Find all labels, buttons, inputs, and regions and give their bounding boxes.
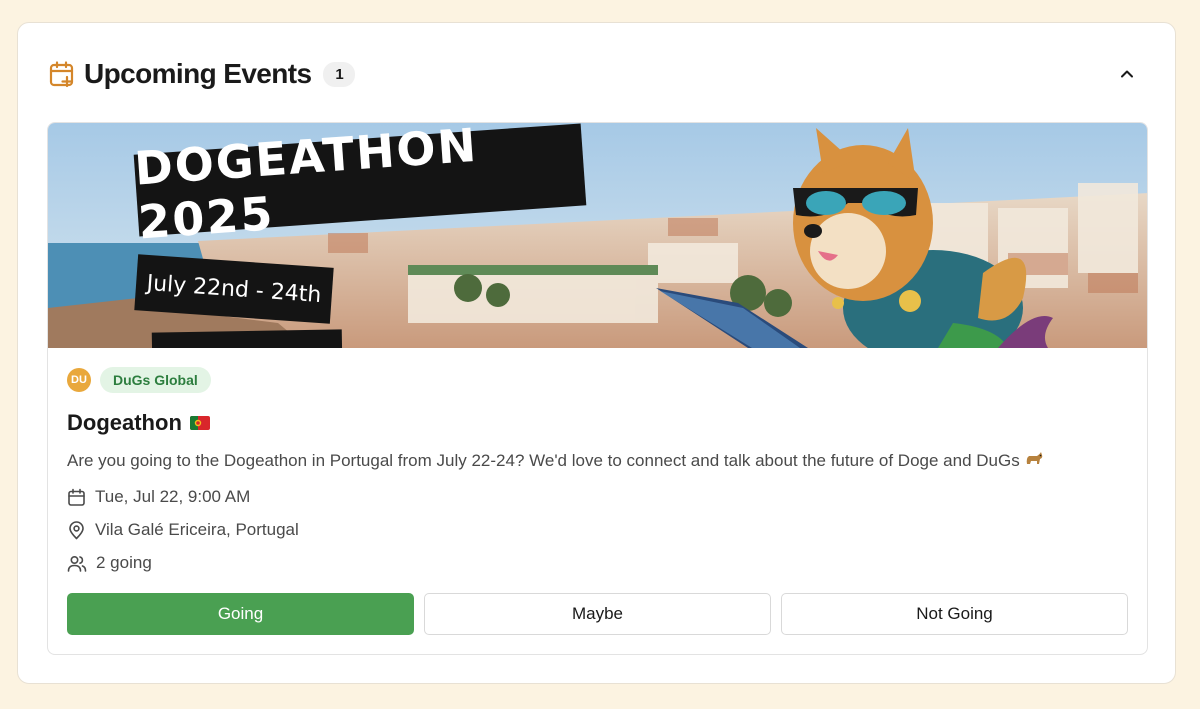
map-pin-icon	[69, 520, 84, 539]
calendar-icon	[68, 488, 85, 506]
event-datetime: Tue, Jul 22, 9:00 AM	[95, 487, 251, 506]
chevron-up-icon	[1121, 70, 1133, 78]
event-card[interactable]: DOGEATHON 2025 July 22nd - 24th DU DuGs …	[47, 122, 1148, 655]
users-icon	[67, 555, 87, 572]
dog-emoji-icon	[1027, 452, 1043, 464]
event-location-row: Vila Galé Ericeira, Portugal	[67, 520, 299, 540]
calendar-plus-icon	[49, 61, 74, 88]
going-button[interactable]: Going	[67, 593, 414, 635]
upcoming-events-panel: Upcoming Events 1 DOGEATHON 2025 July 22…	[17, 22, 1176, 684]
event-title: Dogeathon	[67, 410, 182, 435]
panel-title: Upcoming Events	[84, 58, 312, 89]
organizer-avatar[interactable]: DU	[67, 368, 91, 392]
event-title-row: Dogeathon	[67, 410, 210, 436]
maybe-button[interactable]: Maybe	[424, 593, 771, 635]
event-datetime-row: Tue, Jul 22, 9:00 AM	[67, 487, 250, 507]
event-description: Are you going to the Dogeathon in Portug…	[67, 450, 1044, 471]
event-attendees-row: 2 going	[67, 553, 152, 573]
organizer-row: DU DuGs Global	[67, 367, 211, 393]
organizer-badge[interactable]: DuGs Global	[100, 367, 211, 393]
portugal-flag-icon	[189, 416, 210, 430]
event-location: Vila Galé Ericeira, Portugal	[95, 520, 299, 539]
banner-decorative-strip	[151, 329, 343, 348]
event-count-badge: 1	[323, 61, 356, 87]
collapse-button[interactable]	[1109, 59, 1145, 89]
banner-dates: July 22nd - 24th	[145, 270, 323, 308]
event-banner-image: DOGEATHON 2025 July 22nd - 24th	[48, 123, 1147, 348]
banner-title-strip: DOGEATHON 2025	[133, 123, 587, 249]
rsvp-buttons: Going Maybe Not Going	[67, 593, 1128, 635]
event-attendees: 2 going	[96, 553, 152, 572]
event-description-text: Are you going to the Dogeathon in Portug…	[67, 451, 1020, 470]
panel-header: Upcoming Events 1	[48, 58, 1145, 89]
not-going-button[interactable]: Not Going	[781, 593, 1128, 635]
